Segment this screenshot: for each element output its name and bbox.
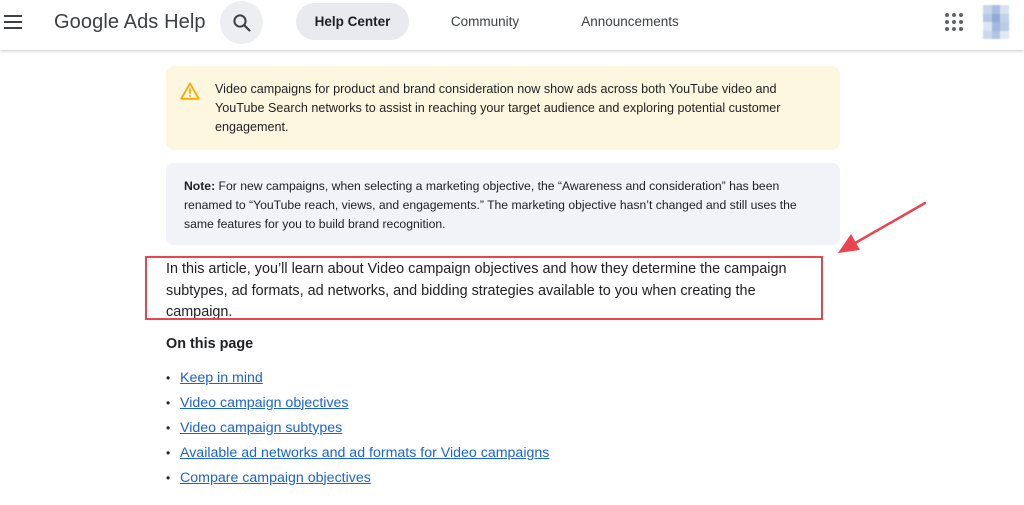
toc-heading: On this page bbox=[166, 336, 254, 352]
product-title[interactable]: Google Ads Help bbox=[54, 9, 206, 35]
annotation-arrow-icon bbox=[838, 201, 927, 253]
list-item: • Available ad networks and ad formats f… bbox=[166, 440, 549, 465]
warning-text: Video campaigns for product and brand co… bbox=[215, 82, 781, 134]
tab-announcements[interactable]: Announcements bbox=[570, 3, 690, 40]
tab-help-center[interactable]: Help Center bbox=[296, 3, 409, 40]
list-item: • Compare campaign objectives bbox=[166, 465, 549, 490]
toc-link-ad-networks-and-formats[interactable]: Available ad networks and ad formats for… bbox=[180, 442, 549, 464]
hamburger-menu-icon bbox=[4, 15, 22, 29]
note-text: Note: For new campaigns, when selecting … bbox=[184, 177, 829, 234]
bullet-icon: • bbox=[166, 470, 171, 485]
toc-link-compare-objectives[interactable]: Compare campaign objectives bbox=[180, 467, 371, 489]
account-avatar[interactable] bbox=[983, 5, 1009, 39]
toc-link-keep-in-mind[interactable]: Keep in mind bbox=[180, 367, 263, 389]
top-app-bar: Google Ads Help Help Center Community An… bbox=[0, 0, 1024, 50]
note-callout: Note: For new campaigns, when selecting … bbox=[166, 163, 840, 245]
search-icon bbox=[232, 13, 251, 32]
bullet-icon: • bbox=[166, 370, 171, 385]
warning-callout: Video campaigns for product and brand co… bbox=[166, 66, 840, 150]
list-item: • Keep in mind bbox=[166, 365, 549, 390]
bullet-icon: • bbox=[166, 445, 171, 460]
bullet-icon: • bbox=[166, 420, 171, 435]
list-item: • Video campaign objectives bbox=[166, 390, 549, 415]
toc-link-video-campaign-subtypes[interactable]: Video campaign subtypes bbox=[180, 417, 342, 439]
main-menu-button[interactable] bbox=[0, 9, 26, 35]
apps-grid-icon[interactable] bbox=[944, 12, 964, 32]
intro-paragraph: In this article, you’ll learn about Vide… bbox=[166, 261, 787, 320]
toc-link-video-campaign-objectives[interactable]: Video campaign objectives bbox=[180, 392, 349, 414]
help-page: Google Ads Help Help Center Community An… bbox=[0, 0, 1024, 505]
warning-icon bbox=[180, 82, 200, 100]
toc-list: • Keep in mind • Video campaign objectiv… bbox=[166, 365, 549, 490]
note-body: For new campaigns, when selecting a mark… bbox=[184, 179, 797, 231]
tab-community[interactable]: Community bbox=[440, 3, 530, 40]
search-button[interactable] bbox=[220, 1, 263, 44]
bullet-icon: • bbox=[166, 395, 171, 410]
list-item: • Video campaign subtypes bbox=[166, 415, 549, 440]
note-label: Note: bbox=[184, 179, 216, 193]
